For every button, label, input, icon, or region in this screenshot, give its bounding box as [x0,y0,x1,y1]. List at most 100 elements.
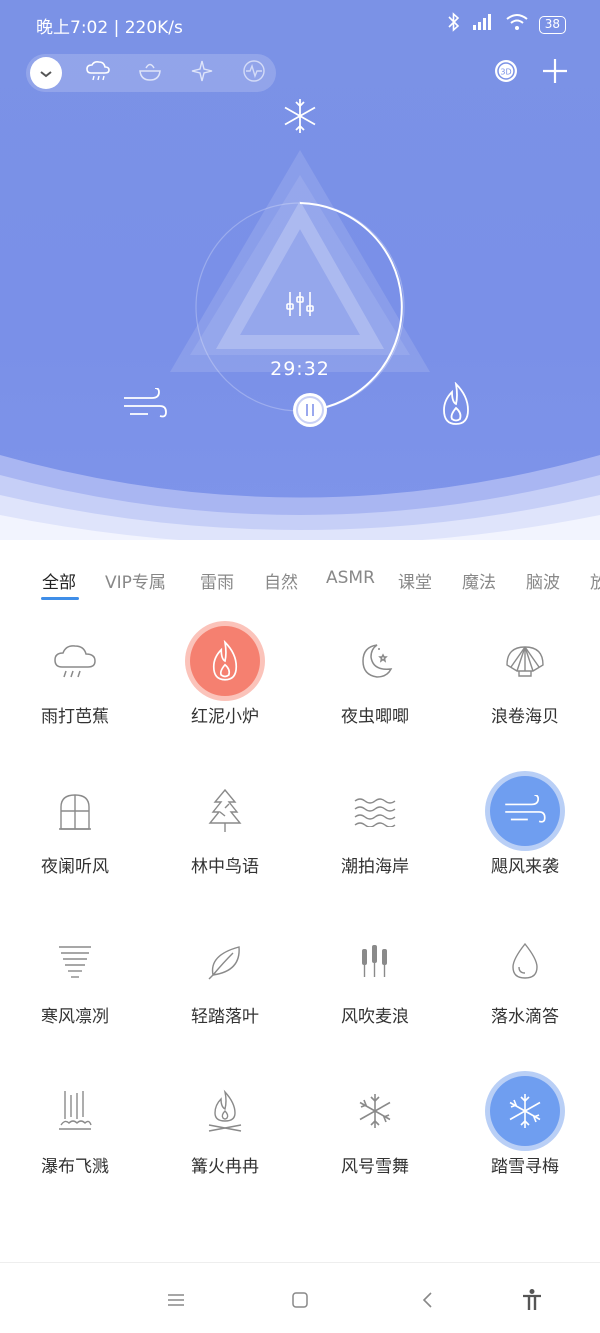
sound-label: 浪卷海贝 [491,707,559,727]
tab-brainwave[interactable]: 脑波 [526,568,560,593]
timer-display: 29:32 [270,358,330,380]
status-time: 晚上7:02 | 220K/s [36,18,183,38]
sound-tile-waterfall[interactable]: 瀑布飞溅 [0,1062,150,1212]
tab-asmr[interactable]: ASMR [326,568,375,588]
tab-magic[interactable]: 魔法 [462,568,496,593]
tab-more[interactable]: 放 [590,568,600,593]
collapse-chip[interactable] [30,57,62,89]
shell-icon [490,626,560,696]
svg-text:3D: 3D [500,68,511,77]
chip-brainwave[interactable] [238,57,270,89]
sound-label: 寒风凛冽 [41,1007,109,1027]
bluetooth-icon [447,12,461,37]
brainwave-icon [242,59,266,87]
sound-tile-night-insects[interactable]: 夜虫唧唧 [300,612,450,762]
sound-tile-red-stove[interactable]: 红泥小炉 [150,612,300,762]
snowflake-icon[interactable] [281,97,319,139]
sound-tile-rain-banana[interactable]: 雨打芭蕉 [0,612,150,762]
chip-rain[interactable] [82,57,114,89]
sound-tile-snow-plum[interactable]: 踏雪寻梅 [450,1062,600,1212]
rain-cloud-icon [85,59,111,87]
sound-label: 瀑布飞溅 [41,1157,109,1177]
sound-label: 夜阑听风 [41,857,109,877]
wind-icon[interactable] [122,387,168,426]
system-nav-bar [0,1262,600,1333]
sound-tile-wheat-waves[interactable]: 风吹麦浪 [300,912,450,1062]
sound-tile-water-drops[interactable]: 落水滴答 [450,912,600,1062]
pause-button[interactable] [292,392,328,432]
sound-label: 风吹麦浪 [341,1007,409,1027]
sound-label: 篝火冉冉 [191,1157,259,1177]
sound-label: 风号雪舞 [341,1157,409,1177]
sound-label: 潮拍海岸 [341,857,409,877]
moon-star-icon [340,626,410,696]
cold-wind-icon [40,926,110,996]
flame-icon [190,626,260,696]
scene-chip-bar [26,54,276,92]
top-actions: 3D [492,57,568,89]
sound-label: 飓风来袭 [491,857,559,877]
sound-tile-cold-wind[interactable]: 寒风凛冽 [0,912,150,1062]
add-button[interactable] [542,58,568,88]
tree-icon [190,776,260,846]
tab-active-indicator [41,597,79,600]
status-right: 38 [447,12,566,37]
sound-label: 红泥小炉 [191,707,259,727]
chip-sparkle[interactable] [186,57,218,89]
sound-label: 轻踏落叶 [191,1007,259,1027]
waterfall-icon [40,1076,110,1146]
tab-vip[interactable]: VIP专属 [105,568,166,593]
sound-tile-night-wind[interactable]: 夜阑听风 [0,762,150,912]
sound-tile-partial[interactable] [150,1212,300,1262]
3d-sound-button[interactable]: 3D [492,57,520,89]
tab-nature[interactable]: 自然 [264,568,298,593]
home-icon[interactable] [285,1285,315,1315]
tab-all[interactable]: 全部 [42,568,76,593]
chip-bowl[interactable] [134,57,166,89]
back-icon[interactable] [412,1285,442,1315]
campfire-icon [190,1076,260,1146]
grass-icon [340,1237,410,1262]
bowl-icon [137,59,163,87]
window-icon [40,776,110,846]
wheat-icon [340,926,410,996]
rain-cloud-icon [40,626,110,696]
equalizer-icon[interactable] [284,290,316,322]
chevron-down-icon [39,64,53,83]
sound-label: 夜虫唧唧 [341,707,409,727]
wind-icon [490,776,560,846]
snowflake-icon [340,1076,410,1146]
droplet-icon [490,926,560,996]
signal-icon [471,12,495,37]
sound-tile-forest-birds[interactable]: 林中鸟语 [150,762,300,912]
sound-label: 踏雪寻梅 [491,1157,559,1177]
menu-icon[interactable] [161,1285,191,1315]
sound-tile-tide-shore[interactable]: 潮拍海岸 [300,762,450,912]
sprout-icon [490,1237,560,1262]
accessibility-icon[interactable] [517,1285,547,1315]
sound-tile-wave-shell[interactable]: 浪卷海贝 [450,612,600,762]
flame-icon[interactable] [440,381,472,430]
status-bar: 晚上7:02 | 220K/s 38 [0,0,600,50]
umbrella-icon [190,1237,260,1262]
waves-icon [340,776,410,846]
sound-tile-campfire[interactable]: 篝火冉冉 [150,1062,300,1212]
sparkle-icon [190,59,214,87]
sound-tile-hurricane[interactable]: 飓风来袭 [450,762,600,912]
wifi-icon [505,12,529,37]
leaf-icon [190,926,260,996]
sound-tile-partial[interactable] [0,1212,150,1262]
battery-indicator: 38 [538,15,566,34]
tab-thunderstorm[interactable]: 雷雨 [200,568,234,593]
category-tabs: 全部 VIP专属 雷雨 自然 ASMR 课堂 魔法 脑波 放 [0,560,600,610]
cicada-icon [40,1237,110,1262]
sound-tile-leaves[interactable]: 轻踏落叶 [150,912,300,1062]
sound-tile-partial[interactable] [300,1212,450,1262]
sound-label: 落水滴答 [491,1007,559,1027]
sound-label: 雨打芭蕉 [41,707,109,727]
sound-tile-snow-wind[interactable]: 风号雪舞 [300,1062,450,1212]
sound-label: 林中鸟语 [191,857,259,877]
tab-classroom[interactable]: 课堂 [398,568,432,593]
sound-tile-partial[interactable] [450,1212,600,1262]
player-panel: 晚上7:02 | 220K/s 38 3D 29:32 [0,0,600,560]
